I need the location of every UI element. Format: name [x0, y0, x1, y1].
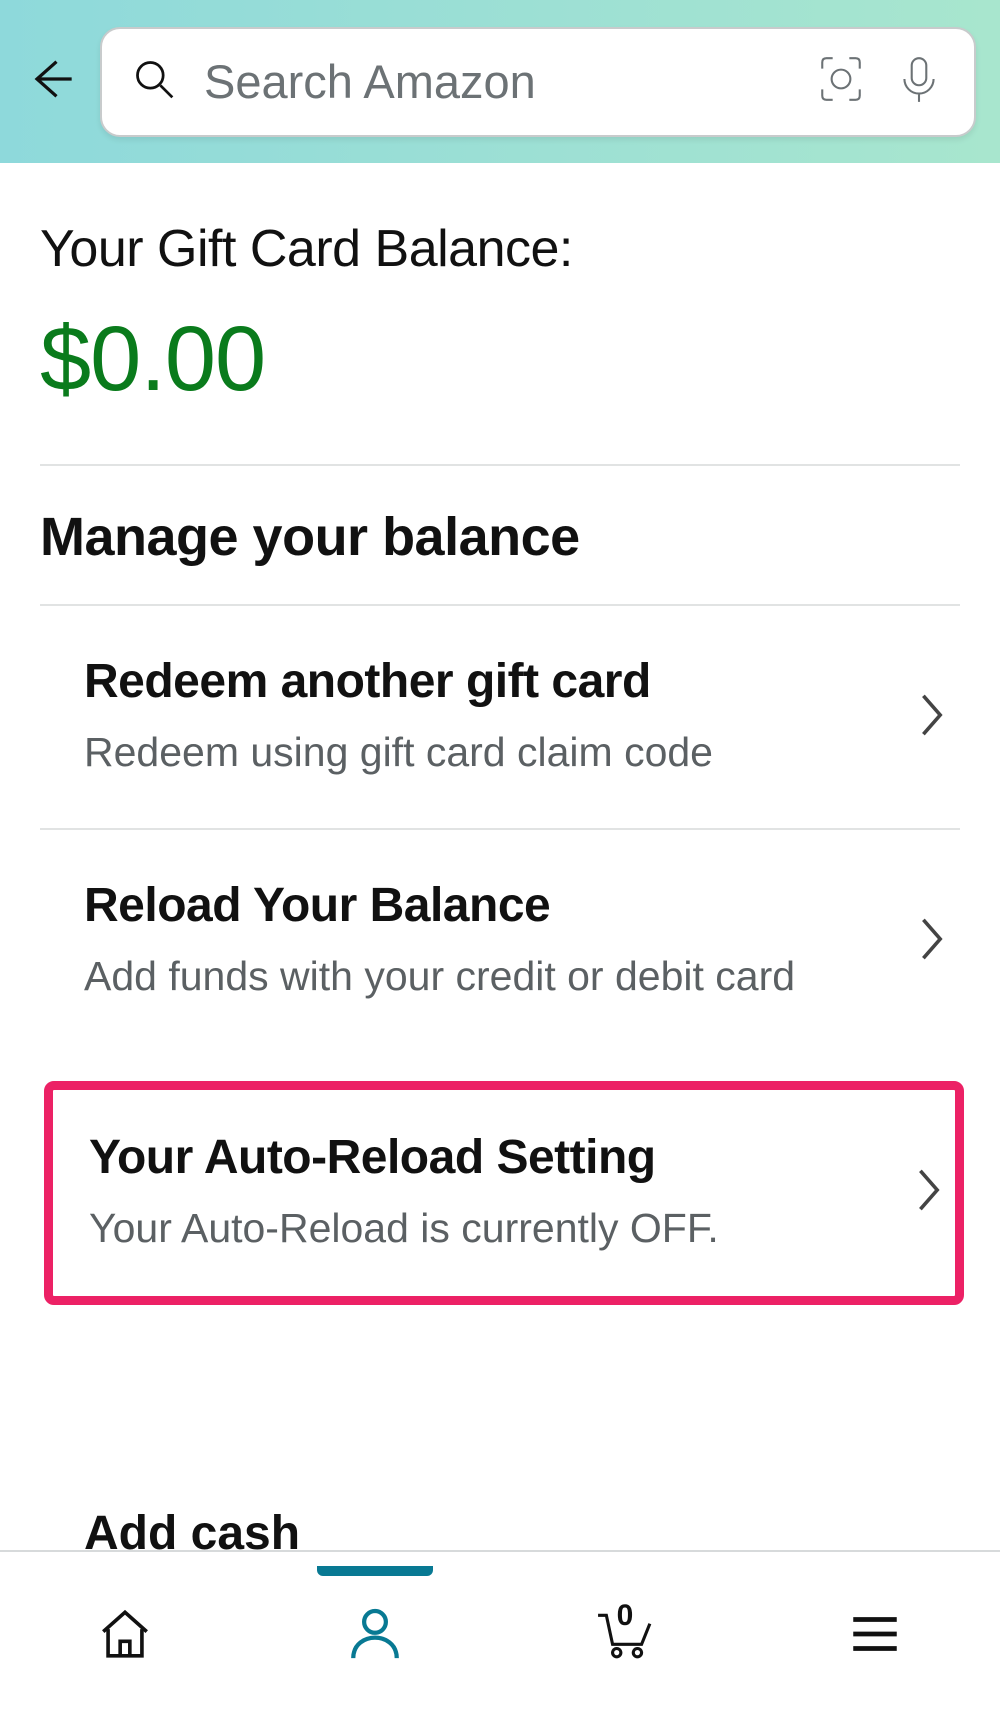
- home-icon: [96, 1605, 154, 1668]
- menu-item-text: Your Auto-Reload Setting Your Auto-Reloa…: [89, 1130, 719, 1256]
- search-bar[interactable]: Search Amazon: [100, 27, 976, 137]
- nav-home[interactable]: [35, 1576, 215, 1696]
- divider: [40, 464, 960, 466]
- search-icon: [132, 57, 176, 106]
- menu-item-subtitle: Add funds with your credit or debit card: [84, 949, 795, 1004]
- back-icon[interactable]: [24, 53, 76, 110]
- active-tab-indicator: [317, 1566, 433, 1576]
- menu-item-text: Redeem another gift card Redeem using gi…: [84, 654, 713, 780]
- profile-icon: [346, 1605, 404, 1668]
- hamburger-icon: [846, 1605, 904, 1668]
- content-peek: Add cash: [0, 1470, 1000, 1550]
- section-title: Manage your balance: [40, 506, 960, 568]
- chevron-right-icon: [898, 915, 948, 968]
- balance-value: $0.00: [40, 307, 960, 412]
- menu-item-addcash-title: Add cash: [40, 1470, 960, 1550]
- nav-cart[interactable]: 0: [535, 1576, 715, 1696]
- menu-item-autoreload[interactable]: Your Auto-Reload Setting Your Auto-Reloa…: [44, 1081, 964, 1305]
- menu-item-subtitle: Redeem using gift card claim code: [84, 725, 713, 780]
- menu-item-title: Redeem another gift card: [84, 654, 713, 709]
- nav-menu[interactable]: [785, 1576, 965, 1696]
- menu-item-redeem[interactable]: Redeem another gift card Redeem using gi…: [40, 606, 960, 830]
- main-content: Your Gift Card Balance: $0.00 Manage you…: [0, 163, 1000, 1305]
- menu-item-title: Your Auto-Reload Setting: [89, 1130, 719, 1185]
- menu-item-text: Reload Your Balance Add funds with your …: [84, 878, 795, 1004]
- nav-profile[interactable]: [285, 1576, 465, 1696]
- cart-count: 0: [617, 1599, 634, 1633]
- search-placeholder: Search Amazon: [204, 54, 788, 109]
- menu-item-reload[interactable]: Reload Your Balance Add funds with your …: [40, 830, 960, 1052]
- app-header: Search Amazon: [0, 0, 1000, 163]
- chevron-right-icon: [898, 691, 948, 744]
- camera-scan-icon[interactable]: [816, 54, 866, 109]
- bottom-nav: 0: [0, 1550, 1000, 1720]
- balance-label: Your Gift Card Balance:: [40, 219, 960, 279]
- microphone-icon[interactable]: [894, 54, 944, 109]
- menu-item-subtitle: Your Auto-Reload is currently OFF.: [89, 1201, 719, 1256]
- menu-item-title: Reload Your Balance: [84, 878, 795, 933]
- chevron-right-icon: [895, 1166, 945, 1219]
